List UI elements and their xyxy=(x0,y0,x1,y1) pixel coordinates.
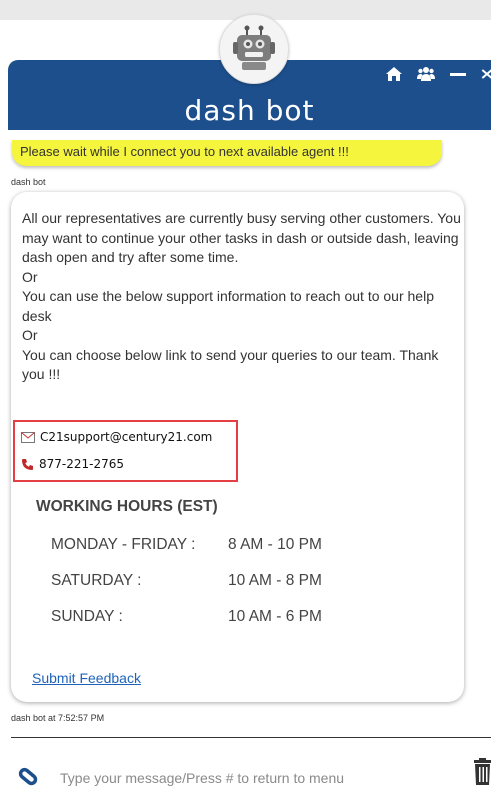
hours-row: MONDAY - FRIDAY : 8 AM - 10 PM xyxy=(51,536,322,554)
message-paragraph: You can choose below link to send your q… xyxy=(22,346,439,383)
contact-info-highlight: C21support@century21.com 877-221-2765 xyxy=(13,420,238,482)
hours-day: SUNDAY : xyxy=(51,608,123,625)
message-paragraph: Or xyxy=(22,268,38,285)
hours-row: SUNDAY : 10 AM - 6 PM xyxy=(51,608,322,626)
email-row[interactable]: C21support@century21.com xyxy=(21,430,212,444)
phone-icon xyxy=(22,458,33,470)
hours-time: 8 AM - 10 PM xyxy=(228,536,322,553)
message-timestamp: dash bot at 7:52:57 PM xyxy=(11,713,105,723)
message-paragraph: Or xyxy=(22,327,38,343)
hours-day: SATURDAY : xyxy=(51,572,142,589)
chat-title: dash bot xyxy=(184,94,315,127)
users-icon[interactable] xyxy=(417,66,435,82)
close-icon[interactable] xyxy=(481,66,491,82)
header-icons xyxy=(385,66,491,82)
message-sender: dash bot xyxy=(11,177,46,187)
chat-window: dash bot Please wait while I connect you… xyxy=(0,0,491,807)
message-text: All our representatives are currently bu… xyxy=(22,209,462,385)
message-input[interactable] xyxy=(58,765,462,791)
wait-banner: Please wait while I connect you to next … xyxy=(12,140,442,166)
minimize-icon[interactable] xyxy=(449,66,467,82)
working-hours-title: WORKING HOURS (EST) xyxy=(36,498,218,515)
message-input-bar xyxy=(0,740,491,807)
trash-icon[interactable] xyxy=(472,758,491,786)
hours-time: 10 AM - 6 PM xyxy=(228,608,322,625)
input-divider xyxy=(11,737,491,738)
hours-row: SATURDAY : 10 AM - 8 PM xyxy=(51,572,322,590)
message-paragraph: All our representatives are currently bu… xyxy=(22,210,461,265)
submit-feedback-link[interactable]: Submit Feedback xyxy=(32,670,141,686)
message-paragraph: You can use the below support informatio… xyxy=(22,288,434,324)
phone-row[interactable]: 877-221-2765 xyxy=(21,457,124,471)
hours-day: MONDAY - FRIDAY : xyxy=(51,536,196,553)
home-icon[interactable] xyxy=(385,66,403,82)
paperclip-icon[interactable] xyxy=(14,764,40,790)
support-email[interactable]: C21support@century21.com xyxy=(40,430,212,444)
mail-icon xyxy=(21,431,35,443)
bot-avatar xyxy=(219,14,289,84)
support-phone[interactable]: 877-221-2765 xyxy=(39,457,124,471)
hours-time: 10 AM - 8 PM xyxy=(228,572,322,589)
bot-message-bubble: All our representatives are currently bu… xyxy=(11,192,464,702)
robot-icon xyxy=(233,25,275,70)
